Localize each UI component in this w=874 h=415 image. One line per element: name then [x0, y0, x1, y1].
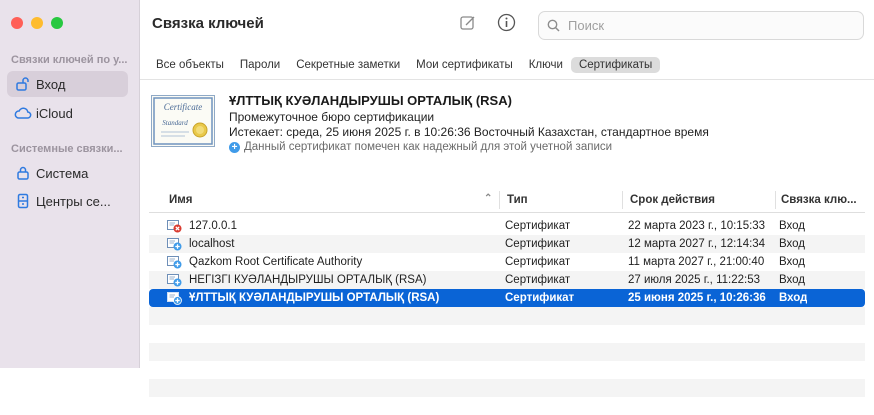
sidebar-item-label: Система: [36, 165, 89, 181]
sidebar: Связки ключей по у... Вход iCloud Систем…: [0, 0, 140, 368]
column-header-name[interactable]: Имя: [169, 194, 192, 206]
trust-text: Данный сертификат помечен как надежный д…: [244, 141, 613, 153]
cell-expires: 22 марта 2023 г., 10:15:33: [628, 220, 766, 232]
sidebar-section-system-keychains: Системные связки...: [11, 143, 123, 155]
table-row[interactable]: localhost Сертификат 12 марта 2027 г., 1…: [149, 235, 865, 253]
cabinet-icon: [10, 193, 36, 209]
tab-all-items[interactable]: Все объекты: [148, 57, 232, 73]
column-header-keychain[interactable]: Связка клю...: [781, 194, 861, 206]
plus-circle-icon: +: [229, 141, 240, 153]
certificate-trust-status: + Данный сертификат помечен как надежный…: [229, 141, 612, 153]
column-separator: [622, 191, 623, 209]
certificate-icon-text: Certificate: [164, 102, 203, 112]
column-header-expires[interactable]: Срок действия: [630, 194, 715, 206]
cell-type: Сертификат: [505, 256, 571, 268]
close-window-button[interactable]: [11, 17, 23, 29]
tab-certificates[interactable]: Сертификаты: [570, 57, 661, 73]
empty-row: [149, 361, 865, 379]
cell-keychain: Вход: [779, 292, 808, 304]
certificate-large-icon: Certificate Standard: [151, 95, 215, 147]
certificate-trusted-icon: [167, 291, 182, 305]
tab-my-certificates[interactable]: Мои сертификаты: [408, 57, 521, 73]
cell-expires: 25 июня 2025 г., 10:26:36: [628, 292, 766, 304]
sidebar-item-cert-authorities[interactable]: Центры се...: [7, 188, 128, 214]
info-button[interactable]: [496, 13, 516, 35]
info-icon: [497, 13, 516, 35]
lock-icon: [10, 165, 36, 181]
window-title: Связка ключей: [152, 15, 264, 32]
minimize-window-button[interactable]: [31, 17, 43, 29]
edit-button[interactable]: [458, 14, 478, 34]
empty-row: [149, 325, 865, 343]
cell-name: localhost: [189, 238, 235, 250]
certificate-title: ҰЛТТЫҚ КУӘЛАНДЫРУШЫ ОРТАЛЫҚ (RSA): [229, 93, 512, 108]
search-input[interactable]: [566, 17, 850, 34]
certificate-expiration: Истекает: среда, 25 июня 2025 г. в 10:26…: [229, 125, 709, 139]
sidebar-item-login[interactable]: Вход: [7, 71, 128, 97]
tab-keys[interactable]: Ключи: [521, 57, 571, 73]
table-row[interactable]: Qazkom Root Certificate Authority Сертиф…: [149, 253, 865, 271]
certificate-trusted-icon: [167, 237, 182, 251]
category-tabs: Все объекты Пароли Секретные заметки Мои…: [148, 55, 661, 75]
sidebar-item-system[interactable]: Система: [7, 160, 128, 186]
cell-keychain: Вход: [779, 274, 806, 286]
empty-row: [149, 379, 865, 397]
divider: [140, 79, 874, 80]
compose-icon: [459, 14, 477, 35]
cell-type: Сертификат: [505, 292, 575, 304]
zoom-window-button[interactable]: [51, 17, 63, 29]
cell-name: ҰЛТТЫҚ КУӘЛАНДЫРУШЫ ОРТАЛЫҚ (RSA): [189, 292, 440, 304]
cell-expires: 27 июля 2025 г., 11:22:53: [628, 274, 760, 286]
sidebar-item-label: iCloud: [36, 105, 73, 121]
column-separator: [499, 191, 500, 209]
empty-row: [149, 307, 865, 325]
cloud-icon: [10, 106, 36, 120]
cell-keychain: Вход: [779, 220, 806, 232]
sidebar-item-label: Центры се...: [36, 193, 111, 209]
lock-open-icon: [10, 76, 36, 92]
cell-name: НЕГІЗГІ КУӘЛАНДЫРУШЫ ОРТАЛЫҚ (RSA): [189, 274, 427, 286]
cell-name: Qazkom Root Certificate Authority: [189, 256, 363, 268]
sidebar-item-label: Вход: [36, 76, 66, 92]
column-header-type[interactable]: Тип: [507, 194, 528, 206]
table-row[interactable]: 127.0.0.1 Сертификат 22 марта 2023 г., 1…: [149, 217, 865, 235]
cell-expires: 11 марта 2027 г., 21:00:40: [628, 256, 765, 268]
empty-row: [149, 397, 865, 415]
table-row-selected[interactable]: ҰЛТТЫҚ КУӘЛАНДЫРУШЫ ОРТАЛЫҚ (RSA) Сертиф…: [149, 289, 865, 307]
search-field[interactable]: [538, 11, 864, 40]
cell-expires: 12 марта 2027 г., 12:14:34: [628, 238, 766, 250]
cell-name: 127.0.0.1: [189, 220, 237, 232]
certificate-icon-subtext: Standard: [162, 119, 188, 127]
cell-keychain: Вход: [779, 256, 806, 268]
certificate-trusted-icon: [167, 255, 182, 269]
titlebar: Связка ключей: [140, 0, 874, 52]
tab-passwords[interactable]: Пароли: [232, 57, 288, 73]
table-header: Имя ⌃ Тип Срок действия Связка клю...: [149, 188, 865, 213]
sidebar-section-user-keychains: Связки ключей по у...: [11, 54, 128, 66]
tab-secure-notes[interactable]: Секретные заметки: [288, 57, 408, 73]
certificate-invalid-icon: [167, 219, 182, 233]
column-separator: [775, 191, 776, 209]
sidebar-item-icloud[interactable]: iCloud: [7, 100, 128, 126]
table-row[interactable]: НЕГІЗГІ КУӘЛАНДЫРУШЫ ОРТАЛЫҚ (RSA) Серти…: [149, 271, 865, 289]
cell-type: Сертификат: [505, 238, 571, 250]
empty-row: [149, 343, 865, 361]
cell-type: Сертификат: [505, 274, 571, 286]
certificates-table: Имя ⌃ Тип Срок действия Связка клю... 12…: [149, 188, 865, 415]
main-pane: Связка ключей Все объекты Пароли Секретн…: [140, 0, 874, 397]
chevron-up-icon[interactable]: ⌃: [484, 193, 492, 204]
certificate-subtitle: Промежуточное бюро сертификации: [229, 110, 435, 124]
cell-keychain: Вход: [779, 238, 806, 250]
certificate-trusted-icon: [167, 273, 182, 287]
search-icon: [547, 19, 560, 32]
cell-type: Сертификат: [505, 220, 571, 232]
